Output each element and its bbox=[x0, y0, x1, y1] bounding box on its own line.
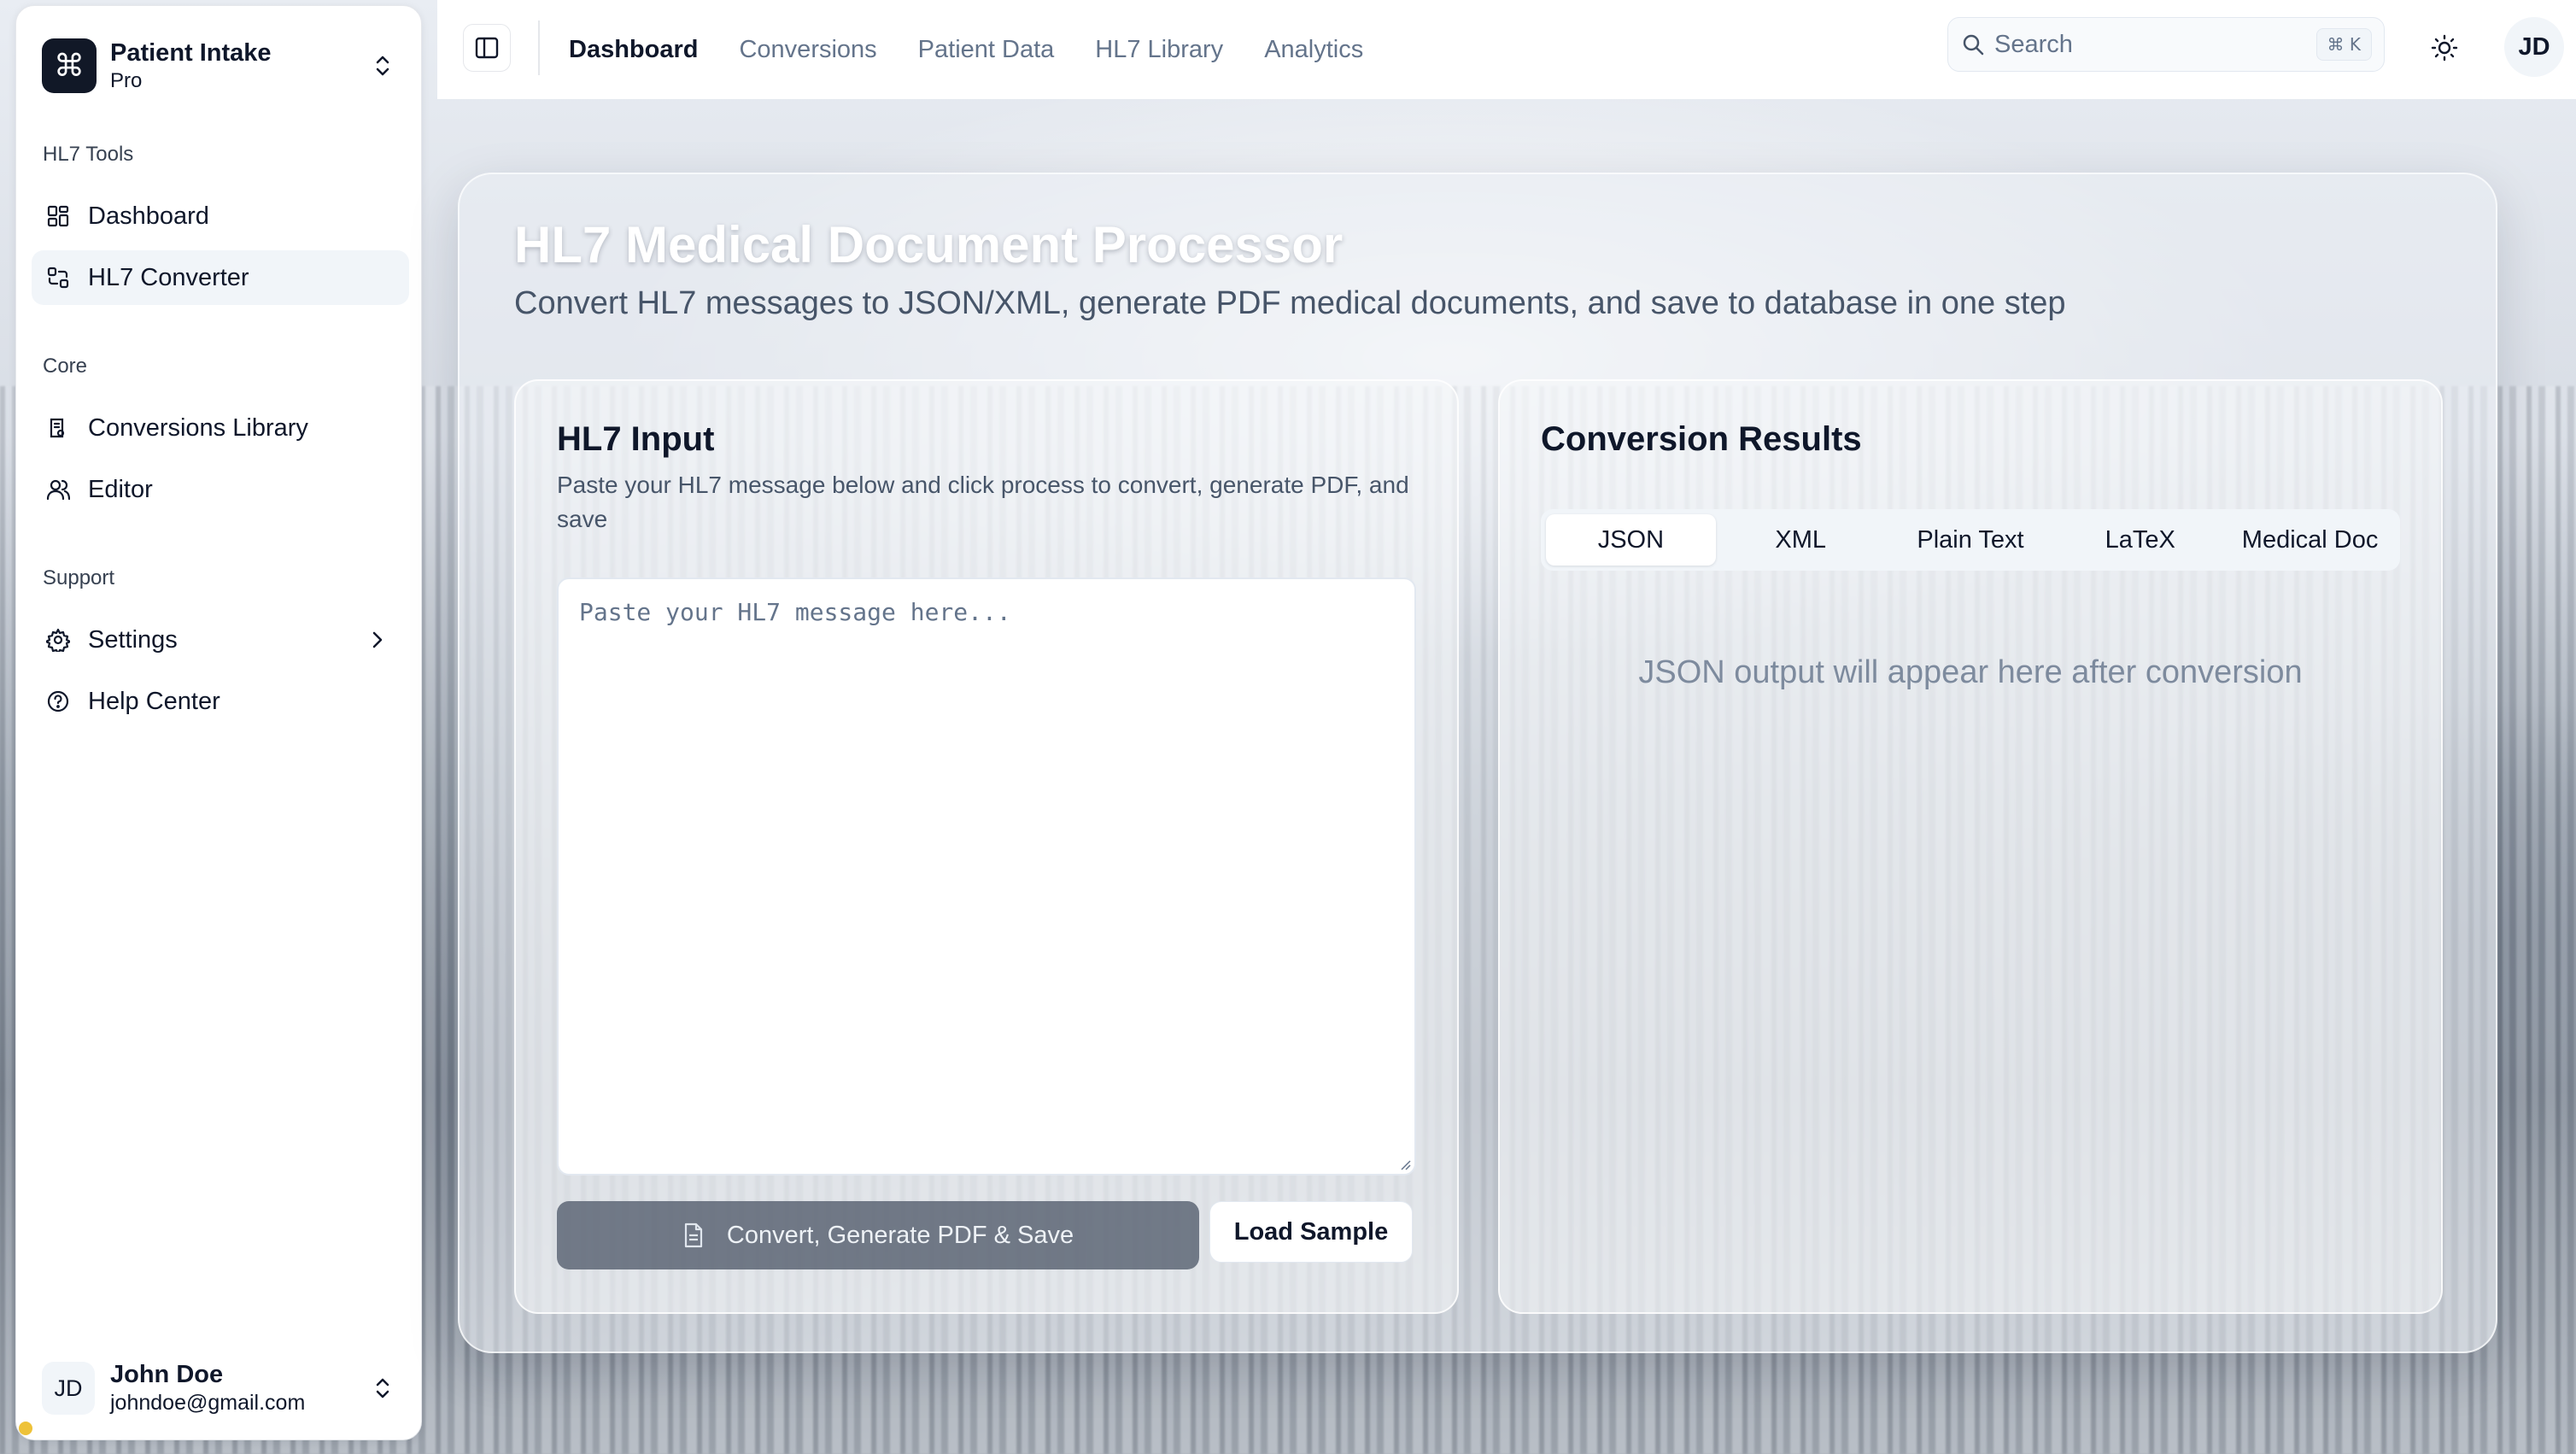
search-label: Search bbox=[1994, 30, 2073, 58]
tab-json[interactable]: JSON bbox=[1546, 514, 1716, 566]
results-empty-state: JSON output will appear here after conve… bbox=[1638, 654, 2303, 690]
sun-icon bbox=[2431, 34, 2458, 62]
top-bar: Dashboard Conversions Patient Data HL7 L… bbox=[437, 0, 2576, 99]
group-label-core: Core bbox=[43, 355, 88, 378]
page-subtitle: Convert HL7 messages to JSON/XML, genera… bbox=[514, 285, 2066, 321]
main-panel: HL7 Medical Document Processor Convert H… bbox=[458, 173, 2497, 1353]
chevrons-up-down-icon bbox=[370, 49, 395, 83]
tab-hl7-library[interactable]: HL7 Library bbox=[1095, 36, 1223, 64]
tab-xml[interactable]: XML bbox=[1716, 514, 1886, 566]
card-title: Conversion Results bbox=[1541, 420, 1862, 458]
gear-icon bbox=[45, 627, 71, 653]
tab-conversions[interactable]: Conversions bbox=[739, 36, 876, 64]
divider bbox=[538, 21, 540, 75]
conversion-results-card: Conversion Results JSON XML Plain Text L… bbox=[1498, 379, 2443, 1314]
sidebar-item-label: Settings bbox=[88, 625, 178, 654]
user-name: John Doe bbox=[110, 1361, 224, 1388]
group-label-hl7-tools: HL7 Tools bbox=[43, 143, 134, 166]
input-placeholder: Paste your HL7 message here... bbox=[579, 598, 1011, 626]
sidebar: ⌘ Patient Intake Pro HL7 Tools Dashboard… bbox=[15, 5, 422, 1440]
command-icon: ⌘ bbox=[42, 38, 97, 93]
sidebar-item-label: HL7 Converter bbox=[88, 263, 249, 291]
load-sample-button[interactable]: Load Sample bbox=[1209, 1201, 1413, 1263]
tab-dashboard[interactable]: Dashboard bbox=[569, 36, 698, 64]
avatar: JD bbox=[42, 1362, 95, 1415]
result-format-tabs: JSON XML Plain Text LaTeX Medical Doc bbox=[1541, 509, 2400, 571]
sidebar-toggle-button[interactable] bbox=[463, 24, 511, 72]
help-icon bbox=[45, 689, 71, 714]
theme-toggle-button[interactable] bbox=[2419, 22, 2470, 73]
sidebar-item-label: Help Center bbox=[88, 687, 220, 715]
team-switcher[interactable]: ⌘ Patient Intake Pro bbox=[42, 32, 395, 100]
resize-handle-icon[interactable] bbox=[1397, 1157, 1411, 1170]
top-nav: Dashboard Conversions Patient Data HL7 L… bbox=[569, 0, 1363, 99]
sidebar-item-help-center[interactable]: Help Center bbox=[32, 674, 409, 729]
search-icon bbox=[1963, 34, 1984, 56]
tab-analytics[interactable]: Analytics bbox=[1264, 36, 1363, 64]
card-description: Paste your HL7 message below and click p… bbox=[557, 472, 1409, 532]
tab-medical-doc[interactable]: Medical Doc bbox=[2225, 514, 2395, 566]
search-input[interactable]: Search ⌘ K bbox=[1947, 17, 2385, 72]
convert-icon bbox=[45, 265, 71, 290]
team-plan: Pro bbox=[110, 69, 143, 92]
file-icon bbox=[682, 1222, 705, 1248]
tab-plain-text[interactable]: Plain Text bbox=[1886, 514, 2056, 566]
tab-latex[interactable]: LaTeX bbox=[2055, 514, 2225, 566]
chevron-right-icon bbox=[365, 627, 390, 653]
chevrons-up-down-icon bbox=[370, 1371, 395, 1405]
tab-patient-data[interactable]: Patient Data bbox=[918, 36, 1055, 64]
grid-icon bbox=[45, 203, 71, 229]
card-title: HL7 Input bbox=[557, 420, 715, 458]
user-menu[interactable]: JD John Doe johndoe@gmail.com bbox=[42, 1352, 395, 1424]
user-avatar[interactable]: JD bbox=[2504, 17, 2564, 77]
sidebar-item-conversions-library[interactable]: Conversions Library bbox=[32, 401, 409, 455]
user-email: johndoe@gmail.com bbox=[110, 1391, 306, 1415]
panel-left-icon bbox=[475, 37, 499, 59]
sidebar-item-dashboard[interactable]: Dashboard bbox=[32, 189, 409, 243]
hl7-message-input[interactable]: Paste your HL7 message here... bbox=[557, 577, 1416, 1176]
team-name: Patient Intake bbox=[110, 39, 272, 67]
library-icon bbox=[45, 415, 71, 441]
users-icon bbox=[45, 477, 71, 502]
sidebar-item-label: Editor bbox=[88, 475, 153, 503]
search-shortcut: ⌘ K bbox=[2315, 28, 2372, 61]
sidebar-item-label: Dashboard bbox=[88, 202, 209, 230]
hl7-input-card: HL7 Input Paste your HL7 message below a… bbox=[514, 379, 1459, 1314]
group-label-support: Support bbox=[43, 566, 115, 589]
convert-generate-save-button[interactable]: Convert, Generate PDF & Save bbox=[557, 1201, 1199, 1269]
sidebar-item-label: Conversions Library bbox=[88, 413, 308, 442]
sidebar-item-settings[interactable]: Settings bbox=[32, 613, 409, 667]
button-label: Convert, Generate PDF & Save bbox=[726, 1221, 1074, 1249]
sidebar-item-hl7-converter[interactable]: HL7 Converter bbox=[32, 250, 409, 305]
sidebar-item-editor[interactable]: Editor bbox=[32, 462, 409, 517]
page-title: HL7 Medical Document Processor bbox=[514, 216, 1344, 273]
status-indicator bbox=[19, 1422, 32, 1435]
